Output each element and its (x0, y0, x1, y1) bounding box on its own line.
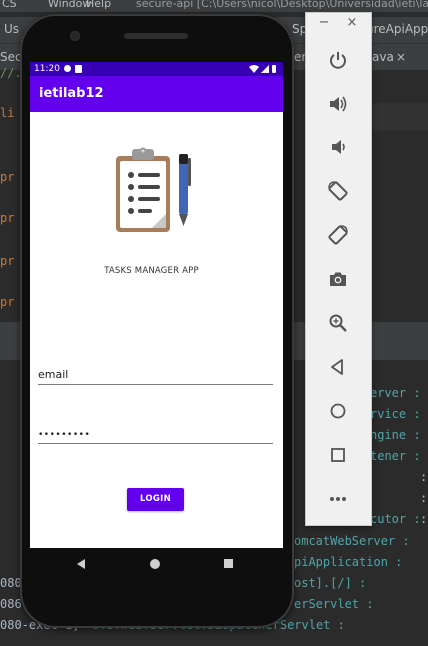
code-fragment: //. (0, 66, 22, 80)
home-icon[interactable] (324, 397, 352, 425)
close-icon[interactable]: × (344, 15, 360, 30)
login-button[interactable]: LOGIN (127, 488, 184, 511)
code-fragment: pr (0, 170, 15, 184)
back-nav-icon[interactable] (77, 559, 85, 569)
camera-icon[interactable] (324, 265, 352, 293)
app-subtitle: TASKS MANAGER APP (104, 266, 199, 276)
status-time: 11:20 (34, 64, 60, 74)
app-title: ietilab12 (39, 86, 104, 101)
volume-up-icon[interactable] (324, 90, 352, 118)
console-line: cutor : (370, 512, 421, 526)
phone-screen: 11:20 ietilab12 TASKS MANAGER APP email … (30, 62, 283, 548)
front-camera (70, 31, 80, 41)
console-line: omcatWebServer : (294, 534, 410, 548)
emulator-toolbar: − × (305, 12, 372, 526)
nav-bar (30, 548, 283, 580)
earpiece-speaker (124, 33, 188, 39)
menu-cs[interactable]: CS (2, 0, 17, 9)
editor-tab-3[interactable]: ureApiApp (366, 22, 428, 36)
menu-help[interactable]: Help (86, 0, 111, 9)
signal-icon (261, 65, 269, 73)
battery-icon (272, 65, 276, 73)
code-fragment: pr (0, 295, 15, 309)
minimize-icon[interactable]: − (316, 15, 332, 30)
file-tab-3[interactable]: ava (372, 50, 394, 64)
code-fragment: pr (0, 211, 15, 225)
zoom-icon[interactable] (324, 309, 352, 337)
back-icon[interactable] (324, 353, 352, 381)
more-icon[interactable] (324, 485, 352, 513)
password-field[interactable]: ••••••••• (38, 421, 273, 444)
console-line: rvice : (370, 407, 421, 421)
console-line: erver : (370, 386, 421, 400)
code-fragment: pr (0, 254, 15, 268)
volume-down-icon[interactable] (324, 133, 352, 161)
ide-menubar: CS Window Help secure-api [C:\Users\nico… (0, 0, 428, 12)
overview-icon[interactable] (324, 441, 352, 469)
console-line: tener : (370, 449, 421, 463)
console-line-prefix: 086 (0, 597, 22, 611)
menu-window[interactable]: Window (48, 0, 91, 9)
wifi-icon (249, 65, 259, 73)
rotate-right-icon[interactable] (324, 221, 352, 249)
console-line: ost].[/] : (294, 576, 367, 590)
file-tab-close-icon[interactable]: × (396, 50, 406, 64)
console-line: : (420, 470, 428, 484)
file-tab-1[interactable]: Sec (0, 50, 22, 64)
editor-tab-1[interactable]: Us (4, 22, 19, 36)
code-fragment: li (0, 106, 15, 120)
rotate-left-icon[interactable] (324, 177, 352, 205)
email-field-value: email (38, 368, 69, 381)
console-line: piApplication : (294, 555, 403, 569)
notification-icon (64, 65, 71, 72)
home-nav-icon[interactable] (150, 559, 160, 569)
caret-line-highlight (370, 103, 428, 131)
console-line: : (420, 491, 428, 505)
console-line-prefix: 080 (0, 576, 22, 590)
window-title: secure-api [C:\Users\nicol\Desktop\Unive… (136, 0, 428, 10)
console-line: : (420, 512, 428, 526)
status-bar: 11:20 (30, 62, 283, 76)
app-bar: ietilab12 (30, 76, 283, 112)
power-icon[interactable] (324, 46, 352, 74)
clipboard-checklist-pen-icon (116, 147, 191, 232)
password-field-value: ••••••••• (38, 430, 91, 440)
sd-card-icon (75, 65, 82, 73)
console-line: erServlet : (294, 597, 374, 611)
console-line: ngine : (370, 428, 421, 442)
email-field[interactable]: email (38, 362, 273, 385)
recents-nav-icon[interactable] (224, 559, 233, 568)
